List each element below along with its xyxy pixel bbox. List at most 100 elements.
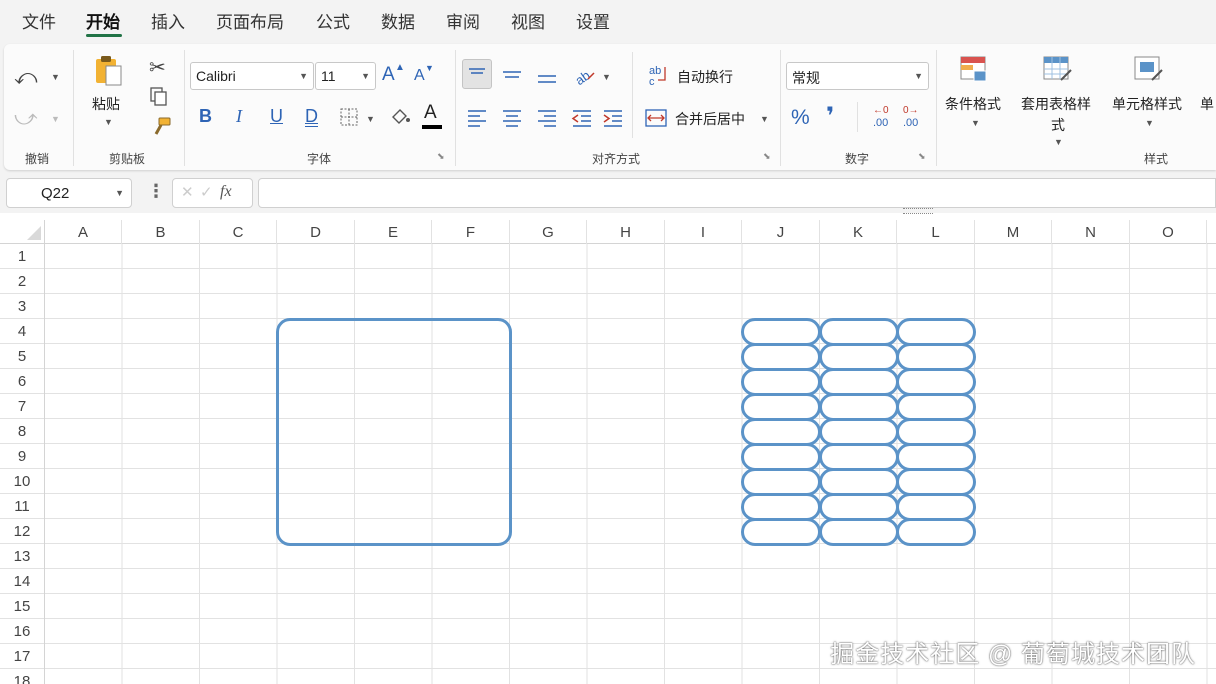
- wrap-text-icon[interactable]: abc: [647, 63, 669, 87]
- column-header[interactable]: E: [355, 220, 432, 244]
- column-header[interactable]: N: [1053, 220, 1130, 244]
- format-painter-icon[interactable]: [150, 117, 172, 137]
- align-right-icon[interactable]: [535, 106, 559, 130]
- column-header[interactable]: O: [1130, 220, 1207, 244]
- italic-button[interactable]: I: [236, 106, 242, 127]
- merge-center-button[interactable]: 合并后居中: [675, 109, 745, 129]
- menu-review[interactable]: 审阅: [446, 8, 480, 33]
- menu-data[interactable]: 数据: [381, 8, 415, 33]
- border-icon[interactable]: [340, 108, 358, 126]
- pill-shape[interactable]: [819, 468, 899, 496]
- pill-shape[interactable]: [819, 443, 899, 471]
- resize-grip-icon[interactable]: [903, 208, 933, 214]
- pill-shape[interactable]: [819, 343, 899, 371]
- pill-shape[interactable]: [741, 518, 821, 546]
- row-header[interactable]: 13: [0, 544, 44, 569]
- column-header[interactable]: J: [743, 220, 820, 244]
- font-dialog-launcher-icon[interactable]: ⬊: [437, 151, 445, 162]
- pill-shape[interactable]: [896, 518, 976, 546]
- pill-shape[interactable]: [741, 368, 821, 396]
- double-underline-button[interactable]: D: [305, 106, 318, 127]
- menu-home[interactable]: 开始: [86, 8, 120, 33]
- row-header[interactable]: 12: [0, 519, 44, 544]
- paste-label[interactable]: 粘贴: [92, 94, 120, 114]
- row-header[interactable]: 16: [0, 619, 44, 644]
- column-header[interactable]: H: [588, 220, 665, 244]
- menu-page-layout[interactable]: 页面布局: [216, 8, 284, 33]
- table-style-button[interactable]: 套用表格样: [1021, 94, 1091, 114]
- grow-font-icon[interactable]: A: [382, 64, 395, 86]
- decrease-decimal-button[interactable]: 0→ .00: [901, 105, 927, 131]
- row-header[interactable]: 10: [0, 469, 44, 494]
- menu-formulas[interactable]: 公式: [316, 8, 350, 33]
- row-header[interactable]: 15: [0, 594, 44, 619]
- font-size-select[interactable]: 11 ▼: [315, 62, 376, 90]
- cancel-icon[interactable]: ✕: [181, 183, 194, 201]
- column-header[interactable]: B: [123, 220, 200, 244]
- row-header[interactable]: 8: [0, 419, 44, 444]
- confirm-icon[interactable]: ✓: [200, 183, 213, 201]
- row-header[interactable]: 7: [0, 394, 44, 419]
- shrink-font-icon[interactable]: A: [414, 67, 425, 85]
- font-color-icon[interactable]: A: [424, 102, 437, 124]
- pill-shape[interactable]: [741, 393, 821, 421]
- table-style-button-line2[interactable]: 式: [1051, 115, 1065, 135]
- row-header[interactable]: 9: [0, 444, 44, 469]
- undo-icon[interactable]: ⤺: [14, 64, 38, 90]
- pill-shape[interactable]: [896, 418, 976, 446]
- row-header[interactable]: 2: [0, 269, 44, 294]
- column-header[interactable]: L: [898, 220, 975, 244]
- menu-file[interactable]: 文件: [22, 8, 56, 33]
- cell-grid[interactable]: [45, 244, 1216, 684]
- column-header[interactable]: K: [820, 220, 897, 244]
- pill-shape[interactable]: [741, 318, 821, 346]
- name-box[interactable]: Q22 ▼: [6, 178, 132, 208]
- row-header[interactable]: 14: [0, 569, 44, 594]
- merge-center-icon[interactable]: [645, 107, 667, 129]
- align-left-icon[interactable]: [465, 106, 489, 130]
- align-middle-icon[interactable]: [499, 62, 525, 88]
- column-header[interactable]: C: [200, 220, 277, 244]
- table-style-dropdown-icon[interactable]: ▼: [1054, 137, 1063, 147]
- redo-dropdown-icon[interactable]: ▼: [51, 114, 60, 124]
- font-name-select[interactable]: Calibri ▼: [190, 62, 314, 90]
- menu-view[interactable]: 视图: [511, 8, 545, 33]
- comma-button[interactable]: ❜: [826, 102, 834, 131]
- cut-icon[interactable]: ✂: [149, 55, 166, 80]
- column-header[interactable]: I: [665, 220, 742, 244]
- pill-shape[interactable]: [819, 318, 899, 346]
- number-dialog-launcher-icon[interactable]: ⬊: [918, 151, 926, 162]
- align-top-button[interactable]: [462, 59, 492, 89]
- table-style-icon[interactable]: [1043, 56, 1073, 84]
- row-header[interactable]: 17: [0, 644, 44, 669]
- conditional-format-dropdown-icon[interactable]: ▼: [971, 118, 980, 128]
- cell-style-dropdown-icon[interactable]: ▼: [1145, 118, 1154, 128]
- formula-input[interactable]: [258, 178, 1216, 208]
- menu-settings[interactable]: 设置: [576, 8, 610, 33]
- pill-shape[interactable]: [819, 418, 899, 446]
- pill-shape[interactable]: [819, 518, 899, 546]
- menu-insert[interactable]: 插入: [151, 8, 185, 33]
- pill-shape[interactable]: [741, 493, 821, 521]
- more-styles-button[interactable]: 单: [1200, 94, 1214, 114]
- bold-button[interactable]: B: [199, 106, 212, 127]
- fill-color-icon[interactable]: [388, 105, 412, 129]
- insert-function-icon[interactable]: fx: [220, 183, 232, 201]
- pill-shape[interactable]: [741, 443, 821, 471]
- undo-dropdown-icon[interactable]: ▼: [51, 72, 60, 82]
- cell-style-button[interactable]: 单元格样式: [1112, 94, 1182, 114]
- row-header[interactable]: 11: [0, 494, 44, 519]
- merge-dropdown-icon[interactable]: ▼: [760, 114, 769, 124]
- row-header[interactable]: 1: [0, 244, 44, 269]
- row-header[interactable]: 3: [0, 294, 44, 319]
- pill-shape[interactable]: [819, 368, 899, 396]
- pill-shape[interactable]: [896, 368, 976, 396]
- decrease-indent-icon[interactable]: [570, 106, 594, 130]
- select-all-corner[interactable]: [0, 220, 45, 244]
- pill-shape[interactable]: [741, 418, 821, 446]
- column-header[interactable]: F: [433, 220, 510, 244]
- border-dropdown-icon[interactable]: ▼: [366, 114, 375, 124]
- row-header[interactable]: 5: [0, 344, 44, 369]
- orientation-dropdown-icon[interactable]: ▼: [602, 72, 611, 82]
- pill-shape[interactable]: [741, 343, 821, 371]
